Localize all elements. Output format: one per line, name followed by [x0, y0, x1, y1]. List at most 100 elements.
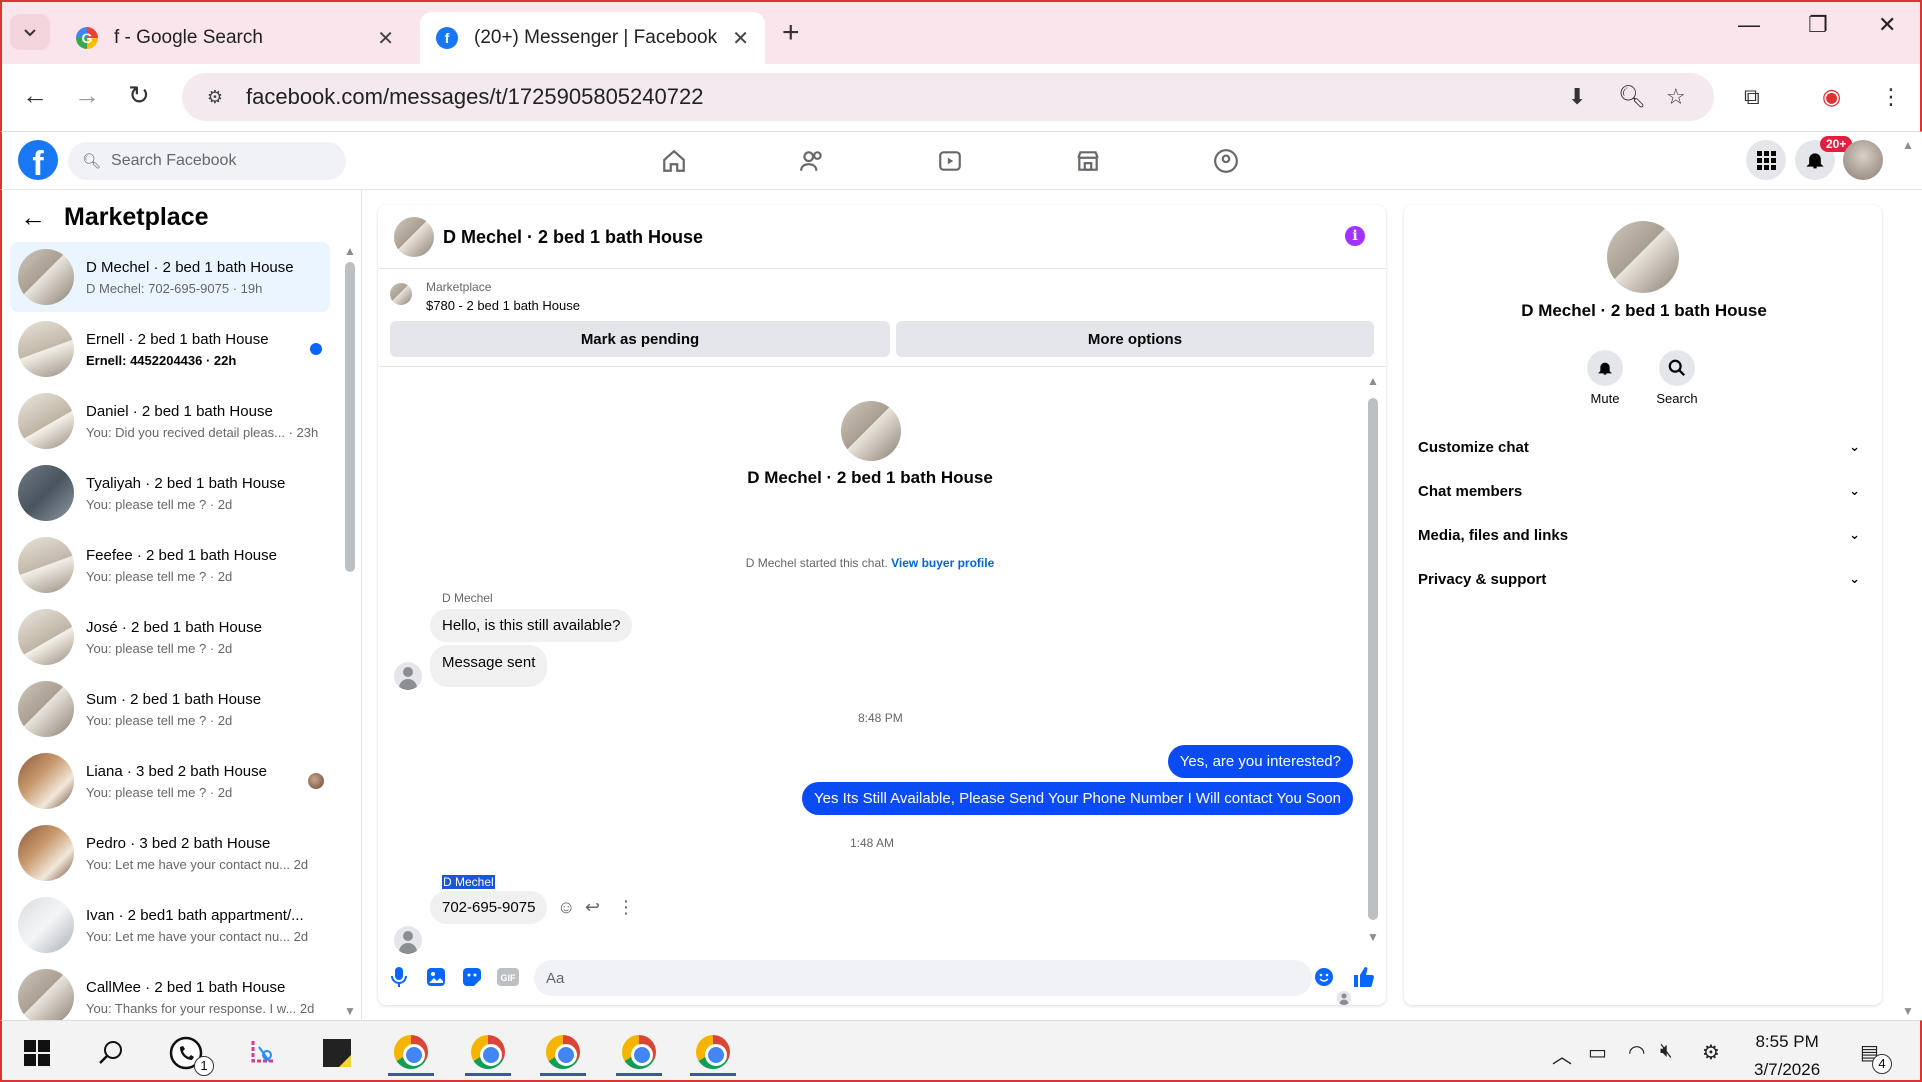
listing-price[interactable]: $780 - 2 bed 1 bath House: [426, 298, 580, 313]
close-tab-icon[interactable]: ✕: [732, 26, 749, 51]
conversation-item[interactable]: Pedro · 3 bed 2 bath House You: Let me ha…: [10, 818, 330, 888]
mute-button[interactable]: [1587, 350, 1623, 386]
profile-icon[interactable]: ◉: [1822, 84, 1841, 110]
close-window-icon[interactable]: ✕: [1878, 12, 1896, 38]
zoom-icon[interactable]: 🔍︎: [1618, 84, 1646, 110]
video-icon[interactable]: [930, 146, 970, 176]
reply-icon[interactable]: ↩: [585, 897, 600, 918]
tab-google-search[interactable]: G f - Google Search ✕: [60, 12, 410, 64]
address-bar[interactable]: ⚙ facebook.com/messages/t/17259058052407…: [182, 73, 1714, 121]
volume-muted-icon[interactable]: 🔇︎: [1660, 1040, 1673, 1063]
conversation-item[interactable]: Tyaliyah · 2 bed 1 bath House You: please…: [10, 458, 330, 528]
mark-as-pending-button[interactable]: Mark as pending: [390, 321, 890, 357]
conversation-item[interactable]: Ivan · 2 bed1 bath appartment/... You: Le…: [10, 890, 330, 960]
search-chat-button[interactable]: [1659, 350, 1695, 386]
new-tab-icon[interactable]: +: [782, 16, 800, 50]
media-files-links-row[interactable]: Media, files and links ⌄: [1418, 513, 1864, 557]
conversation-item[interactable]: Liana · 3 bed 2 bath House You: please te…: [10, 746, 330, 816]
sender-avatar[interactable]: [394, 926, 422, 954]
microphone-icon[interactable]: [388, 966, 410, 988]
thumbs-up-icon[interactable]: [1352, 966, 1374, 988]
tab-messenger[interactable]: f (20+) Messenger | Facebook ✕: [420, 12, 765, 64]
gif-icon[interactable]: GIF: [497, 966, 519, 988]
url-text[interactable]: facebook.com/messages/t/1725905805240722: [246, 84, 703, 110]
reload-icon[interactable]: ↻: [128, 80, 150, 111]
wifi-icon[interactable]: ◠: [1628, 1040, 1645, 1065]
more-options-button[interactable]: More options: [896, 321, 1374, 357]
site-settings-icon[interactable]: ⚙: [200, 82, 230, 112]
chrome-profile-3[interactable]: [540, 1030, 586, 1076]
chat-members-row[interactable]: Chat members ⌄: [1418, 469, 1864, 513]
settings-icon[interactable]: ⚙: [1702, 1040, 1720, 1065]
minimize-icon[interactable]: —: [1738, 12, 1760, 38]
conversation-item[interactable]: D Mechel · 2 bed 1 bath House D Mechel: 7…: [10, 242, 330, 312]
scroll-down-icon[interactable]: ▼: [1367, 930, 1379, 944]
chrome-profile-1[interactable]: [388, 1030, 434, 1076]
sidebar-scrollbar[interactable]: [345, 262, 355, 572]
marketplace-icon[interactable]: [1068, 146, 1108, 176]
sticky-notes-icon[interactable]: [314, 1030, 360, 1076]
show-hidden-icons-icon[interactable]: ︿: [1552, 1040, 1572, 1069]
tab-search-dropdown[interactable]: [10, 14, 50, 50]
react-icon[interactable]: ☺: [557, 897, 575, 918]
chevron-down-icon: ⌄: [1849, 571, 1860, 586]
privacy-support-row[interactable]: Privacy & support ⌄: [1418, 557, 1864, 601]
image-icon[interactable]: [425, 966, 447, 988]
battery-icon[interactable]: ▭: [1588, 1040, 1607, 1065]
menu-grid-icon[interactable]: [1746, 140, 1786, 180]
view-buyer-profile-link[interactable]: View buyer profile: [891, 556, 994, 570]
chat-avatar[interactable]: [394, 217, 434, 257]
friends-icon[interactable]: [792, 146, 832, 176]
incoming-message[interactable]: 702-695-9075: [430, 891, 548, 924]
chrome-icon: [471, 1034, 505, 1069]
conversation-item[interactable]: Ernell · 2 bed 1 bath House Ernell: 44522…: [10, 314, 330, 384]
taskbar-search-icon[interactable]: [88, 1030, 134, 1076]
incoming-message[interactable]: Message sent: [430, 645, 548, 687]
restore-icon[interactable]: ❐: [1808, 12, 1828, 38]
account-avatar[interactable]: [1843, 140, 1883, 180]
conversation-preview: You: Thanks for your response. I w... 2d: [86, 1000, 315, 1016]
facebook-logo-icon[interactable]: f: [18, 140, 58, 180]
conversation-thumbnail: [18, 825, 74, 881]
scroll-up-icon[interactable]: ▲: [344, 244, 356, 258]
chrome-profile-5[interactable]: [690, 1030, 736, 1076]
chat-scrollbar[interactable]: [1368, 398, 1378, 920]
customize-chat-row[interactable]: Customize chat ⌄: [1418, 425, 1864, 469]
page-scroll-down-icon[interactable]: ▼: [1902, 1004, 1914, 1018]
conversation-item[interactable]: José · 2 bed 1 bath House You: please tel…: [10, 602, 330, 672]
groups-icon[interactable]: [1206, 146, 1246, 176]
message-input[interactable]: Aa: [534, 960, 1312, 996]
page-scroll-up-icon[interactable]: ▲: [1902, 138, 1914, 152]
close-tab-icon[interactable]: ✕: [377, 26, 394, 51]
conversation-preview: You: Let me have your contact nu... 2d: [86, 856, 309, 872]
incoming-message[interactable]: Hello, is this still available?: [430, 609, 633, 642]
facebook-search-input[interactable]: 🔍︎ Search Facebook: [68, 142, 346, 180]
snipping-tool-icon[interactable]: [240, 1030, 286, 1076]
back-icon[interactable]: ←: [22, 80, 48, 111]
conversation-item[interactable]: Daniel · 2 bed 1 bath House You: Did you …: [10, 386, 330, 456]
back-arrow-icon[interactable]: ←: [20, 202, 46, 233]
system-clock[interactable]: 8:55 PM 3/7/2026: [1754, 1028, 1820, 1082]
conversation-item[interactable]: Feefee · 2 bed 1 bath House You: please t…: [10, 530, 330, 600]
conversation-thumbnail: [18, 753, 74, 809]
forward-icon[interactable]: →: [74, 80, 100, 111]
outgoing-message[interactable]: Yes Its Still Available, Please Send You…: [801, 782, 1353, 815]
more-actions-icon[interactable]: ⋮: [617, 897, 635, 918]
menu-icon[interactable]: ⋮: [1880, 84, 1902, 110]
info-icon[interactable]: i: [1345, 226, 1365, 246]
scroll-up-icon[interactable]: ▲: [1367, 374, 1379, 388]
emoji-icon[interactable]: [1313, 966, 1335, 988]
chrome-profile-2[interactable]: [465, 1030, 511, 1076]
windows-start-icon[interactable]: [14, 1030, 60, 1076]
sender-avatar[interactable]: [394, 662, 422, 690]
extensions-icon[interactable]: ⧉: [1744, 84, 1760, 110]
install-app-icon[interactable]: ⬇: [1568, 84, 1586, 110]
conversation-item[interactable]: Sum · 2 bed 1 bath House You: please tell…: [10, 674, 330, 744]
home-icon[interactable]: [654, 146, 694, 176]
outgoing-message[interactable]: Yes, are you interested?: [1167, 745, 1353, 778]
chat-title[interactable]: D Mechel · 2 bed 1 bath House: [443, 227, 703, 248]
sticker-icon[interactable]: [461, 966, 483, 988]
chrome-profile-4[interactable]: [616, 1030, 662, 1076]
scroll-down-icon[interactable]: ▼: [344, 1004, 356, 1018]
bookmark-star-icon[interactable]: ☆: [1666, 84, 1686, 110]
